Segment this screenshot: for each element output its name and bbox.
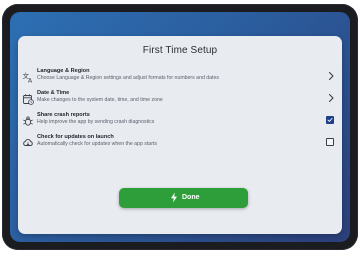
setting-description: Help improve the app by sending crash di… <box>37 119 155 125</box>
dialog-title: First Time Setup <box>142 45 218 56</box>
setting-title: Date & Time <box>37 90 70 96</box>
cloud-download-icon <box>22 137 34 149</box>
setting-row-date-time[interactable]: Date & Time Make changes to the system d… <box>18 90 342 110</box>
setting-row-check-updates[interactable]: Check for updates on launch Automaticall… <box>18 134 342 154</box>
bolt-icon <box>170 192 178 203</box>
setting-title: Share crash reports <box>37 112 90 118</box>
calendar-icon <box>22 93 34 105</box>
bug-icon <box>22 115 34 127</box>
setting-title: Check for updates on launch <box>37 134 114 140</box>
setting-row-crash-reports[interactable]: Share crash reports Help improve the app… <box>18 112 342 132</box>
chevron-right-icon[interactable] <box>327 93 335 103</box>
check-updates-checkbox[interactable] <box>326 138 334 146</box>
screen: First Time Setup 文 A Language & Region C… <box>10 12 350 242</box>
checkmark-icon <box>327 118 333 122</box>
crash-reports-checkbox[interactable] <box>326 116 334 124</box>
setting-description: Choose Language & Region settings and ad… <box>37 75 219 81</box>
tablet-frame: First Time Setup 文 A Language & Region C… <box>2 4 358 250</box>
setting-title: Language & Region <box>37 68 90 74</box>
done-button-label: Done <box>182 194 200 201</box>
setting-row-language-region[interactable]: 文 A Language & Region Choose Language & … <box>18 68 342 88</box>
language-icon: 文 A <box>22 71 34 83</box>
svg-text:A: A <box>28 78 33 84</box>
chevron-right-icon[interactable] <box>327 71 335 81</box>
done-button[interactable]: Done <box>119 188 248 208</box>
setting-description: Automatically check for updates when the… <box>37 141 157 147</box>
setting-description: Make changes to the system date, time, a… <box>37 97 163 103</box>
